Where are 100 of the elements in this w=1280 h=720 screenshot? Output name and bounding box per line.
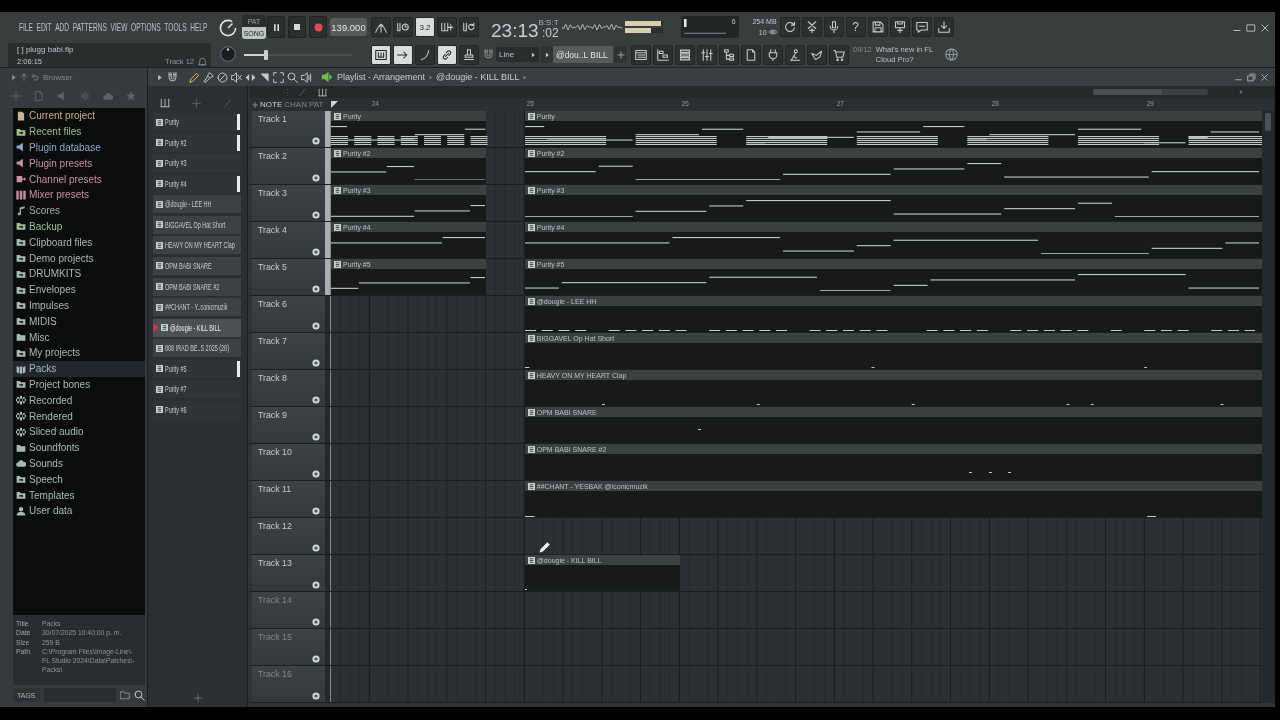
track-header[interactable]: Track 6 xyxy=(252,296,325,332)
mode-button[interactable] xyxy=(415,44,435,65)
pitch-slider[interactable] xyxy=(244,49,352,60)
tempo-display[interactable]: 139.000 xyxy=(330,18,367,36)
pattern-item[interactable]: Purity #7 xyxy=(153,380,241,399)
menu-item[interactable]: PATTERNS xyxy=(72,21,107,33)
browser-item[interactable]: Soundfonts xyxy=(13,439,145,456)
dots-icon[interactable] xyxy=(283,87,292,97)
breadcrumb-pattern[interactable]: @dougie - KILL BILL xyxy=(436,72,520,82)
menu-item[interactable]: OPTIONS xyxy=(131,21,161,33)
led-icon[interactable] xyxy=(312,248,320,256)
restore-icon[interactable] xyxy=(1247,72,1256,82)
browser-item[interactable]: Impulses xyxy=(13,297,145,314)
track-header[interactable]: Track 1 xyxy=(252,111,325,147)
pattern-item[interactable]: Purity xyxy=(153,113,241,131)
vertical-scrollbar[interactable] xyxy=(1262,111,1275,703)
track-header[interactable]: Track 8 xyxy=(252,370,325,406)
no-entry-icon[interactable] xyxy=(217,71,228,83)
led-icon[interactable] xyxy=(312,655,320,663)
window-button[interactable] xyxy=(697,44,717,65)
arrow-up-icon[interactable] xyxy=(20,73,28,81)
browser-item[interactable]: Mixer presets xyxy=(13,187,145,203)
close-icon[interactable] xyxy=(1260,72,1269,82)
mode-button[interactable] xyxy=(371,44,391,65)
browser-item[interactable]: Recent files xyxy=(13,123,145,140)
toolbar-button[interactable] xyxy=(933,17,954,37)
window-button[interactable] xyxy=(785,44,805,65)
slider-thumb[interactable] xyxy=(263,49,268,60)
window-button[interactable] xyxy=(675,44,695,65)
led-icon[interactable] xyxy=(312,285,320,293)
led-icon[interactable] xyxy=(312,359,320,367)
pattern-item[interactable]: OPM BABI SNARE #2 xyxy=(153,277,241,296)
record-button[interactable] xyxy=(309,16,327,38)
select-icon[interactable] xyxy=(273,71,284,83)
pattern-item[interactable]: ##CHANT - Y..conicmuzik xyxy=(153,298,241,317)
toggle-button[interactable] xyxy=(437,17,457,37)
led-icon[interactable] xyxy=(312,322,320,330)
browser-item[interactable]: Scores xyxy=(13,202,145,219)
browser-item[interactable]: Packs xyxy=(13,360,145,377)
browser-item[interactable]: Channel presets xyxy=(13,171,145,187)
browser-item[interactable]: Misc xyxy=(13,329,145,345)
toolbar-button[interactable] xyxy=(823,17,844,37)
toggle-button[interactable] xyxy=(459,17,479,37)
comb-icon[interactable] xyxy=(318,87,327,97)
filter-tab[interactable]: CHAN xyxy=(284,100,307,109)
close-icon[interactable] xyxy=(1260,23,1270,33)
window-button[interactable] xyxy=(763,44,783,65)
pattern-item[interactable]: OPM BABI SNARE xyxy=(153,256,241,275)
pattern-selector[interactable]: @dou..L BILL xyxy=(553,46,613,63)
pattern-item[interactable]: HEAVY ON MY HEART Clap xyxy=(153,236,241,255)
playhead-marker-icon[interactable] xyxy=(331,101,338,108)
window-button[interactable] xyxy=(631,44,651,65)
pattern-item[interactable]: @dougie - LEE HH xyxy=(153,195,241,214)
window-button[interactable] xyxy=(741,44,761,65)
track-header[interactable]: Track 5 xyxy=(252,259,325,295)
track-header[interactable]: Track 7 xyxy=(252,333,325,369)
folder-icon[interactable] xyxy=(120,690,130,700)
star-icon[interactable] xyxy=(126,91,136,101)
led-icon[interactable] xyxy=(312,433,320,441)
track-header[interactable]: Track 10 xyxy=(252,444,325,480)
browser-item[interactable]: Plugin database xyxy=(13,139,145,156)
pattern-menu-button[interactable] xyxy=(541,46,553,63)
pattern-item[interactable]: @dougie - KILL BILL xyxy=(153,318,241,337)
volume-knob[interactable] xyxy=(219,19,237,37)
window-button[interactable] xyxy=(807,44,827,65)
browser-item[interactable]: User data xyxy=(13,502,145,519)
search-icon[interactable] xyxy=(134,689,145,701)
speaker-icon[interactable] xyxy=(321,71,333,83)
browser-item[interactable]: Sliced audio xyxy=(13,423,145,440)
track-header[interactable]: Track 3 xyxy=(252,185,325,221)
toolbar-button[interactable] xyxy=(911,17,932,37)
led-icon[interactable] xyxy=(312,174,320,182)
pattern-item[interactable]: Purity #2 xyxy=(153,133,241,152)
browser-item[interactable]: Current project xyxy=(13,108,145,124)
stop-button[interactable] xyxy=(288,16,306,38)
browser-item[interactable]: Recorded xyxy=(13,392,145,409)
mode-button[interactable] xyxy=(437,44,457,65)
browser-item[interactable]: Demo projects xyxy=(13,250,145,266)
track-header[interactable]: Track 9 xyxy=(252,407,325,443)
toolbar-button[interactable] xyxy=(779,17,800,37)
menu-item[interactable]: EDIT xyxy=(36,21,52,33)
browser-item[interactable]: Speech xyxy=(13,471,145,488)
bell-icon[interactable] xyxy=(198,57,207,66)
comb-icon[interactable] xyxy=(160,98,170,108)
mode-button[interactable] xyxy=(459,44,479,65)
speaker-icon[interactable] xyxy=(301,71,312,83)
caret-icon[interactable] xyxy=(156,73,163,81)
browser-item[interactable]: Backup xyxy=(13,218,145,235)
browser-item[interactable]: Clipboard files xyxy=(13,234,145,251)
window-button[interactable] xyxy=(719,44,739,65)
led-icon[interactable] xyxy=(312,581,320,589)
brush-icon[interactable] xyxy=(203,71,214,83)
countdown-button[interactable]: 3.2 xyxy=(415,17,435,37)
maximize-icon[interactable] xyxy=(1246,23,1256,33)
led-icon[interactable] xyxy=(312,507,320,515)
mute-icon[interactable] xyxy=(231,71,242,83)
caret-icon[interactable] xyxy=(10,73,17,81)
browser-item[interactable]: Templates xyxy=(13,487,145,503)
browser-item[interactable]: My projects xyxy=(13,344,145,361)
led-icon[interactable] xyxy=(312,692,320,700)
